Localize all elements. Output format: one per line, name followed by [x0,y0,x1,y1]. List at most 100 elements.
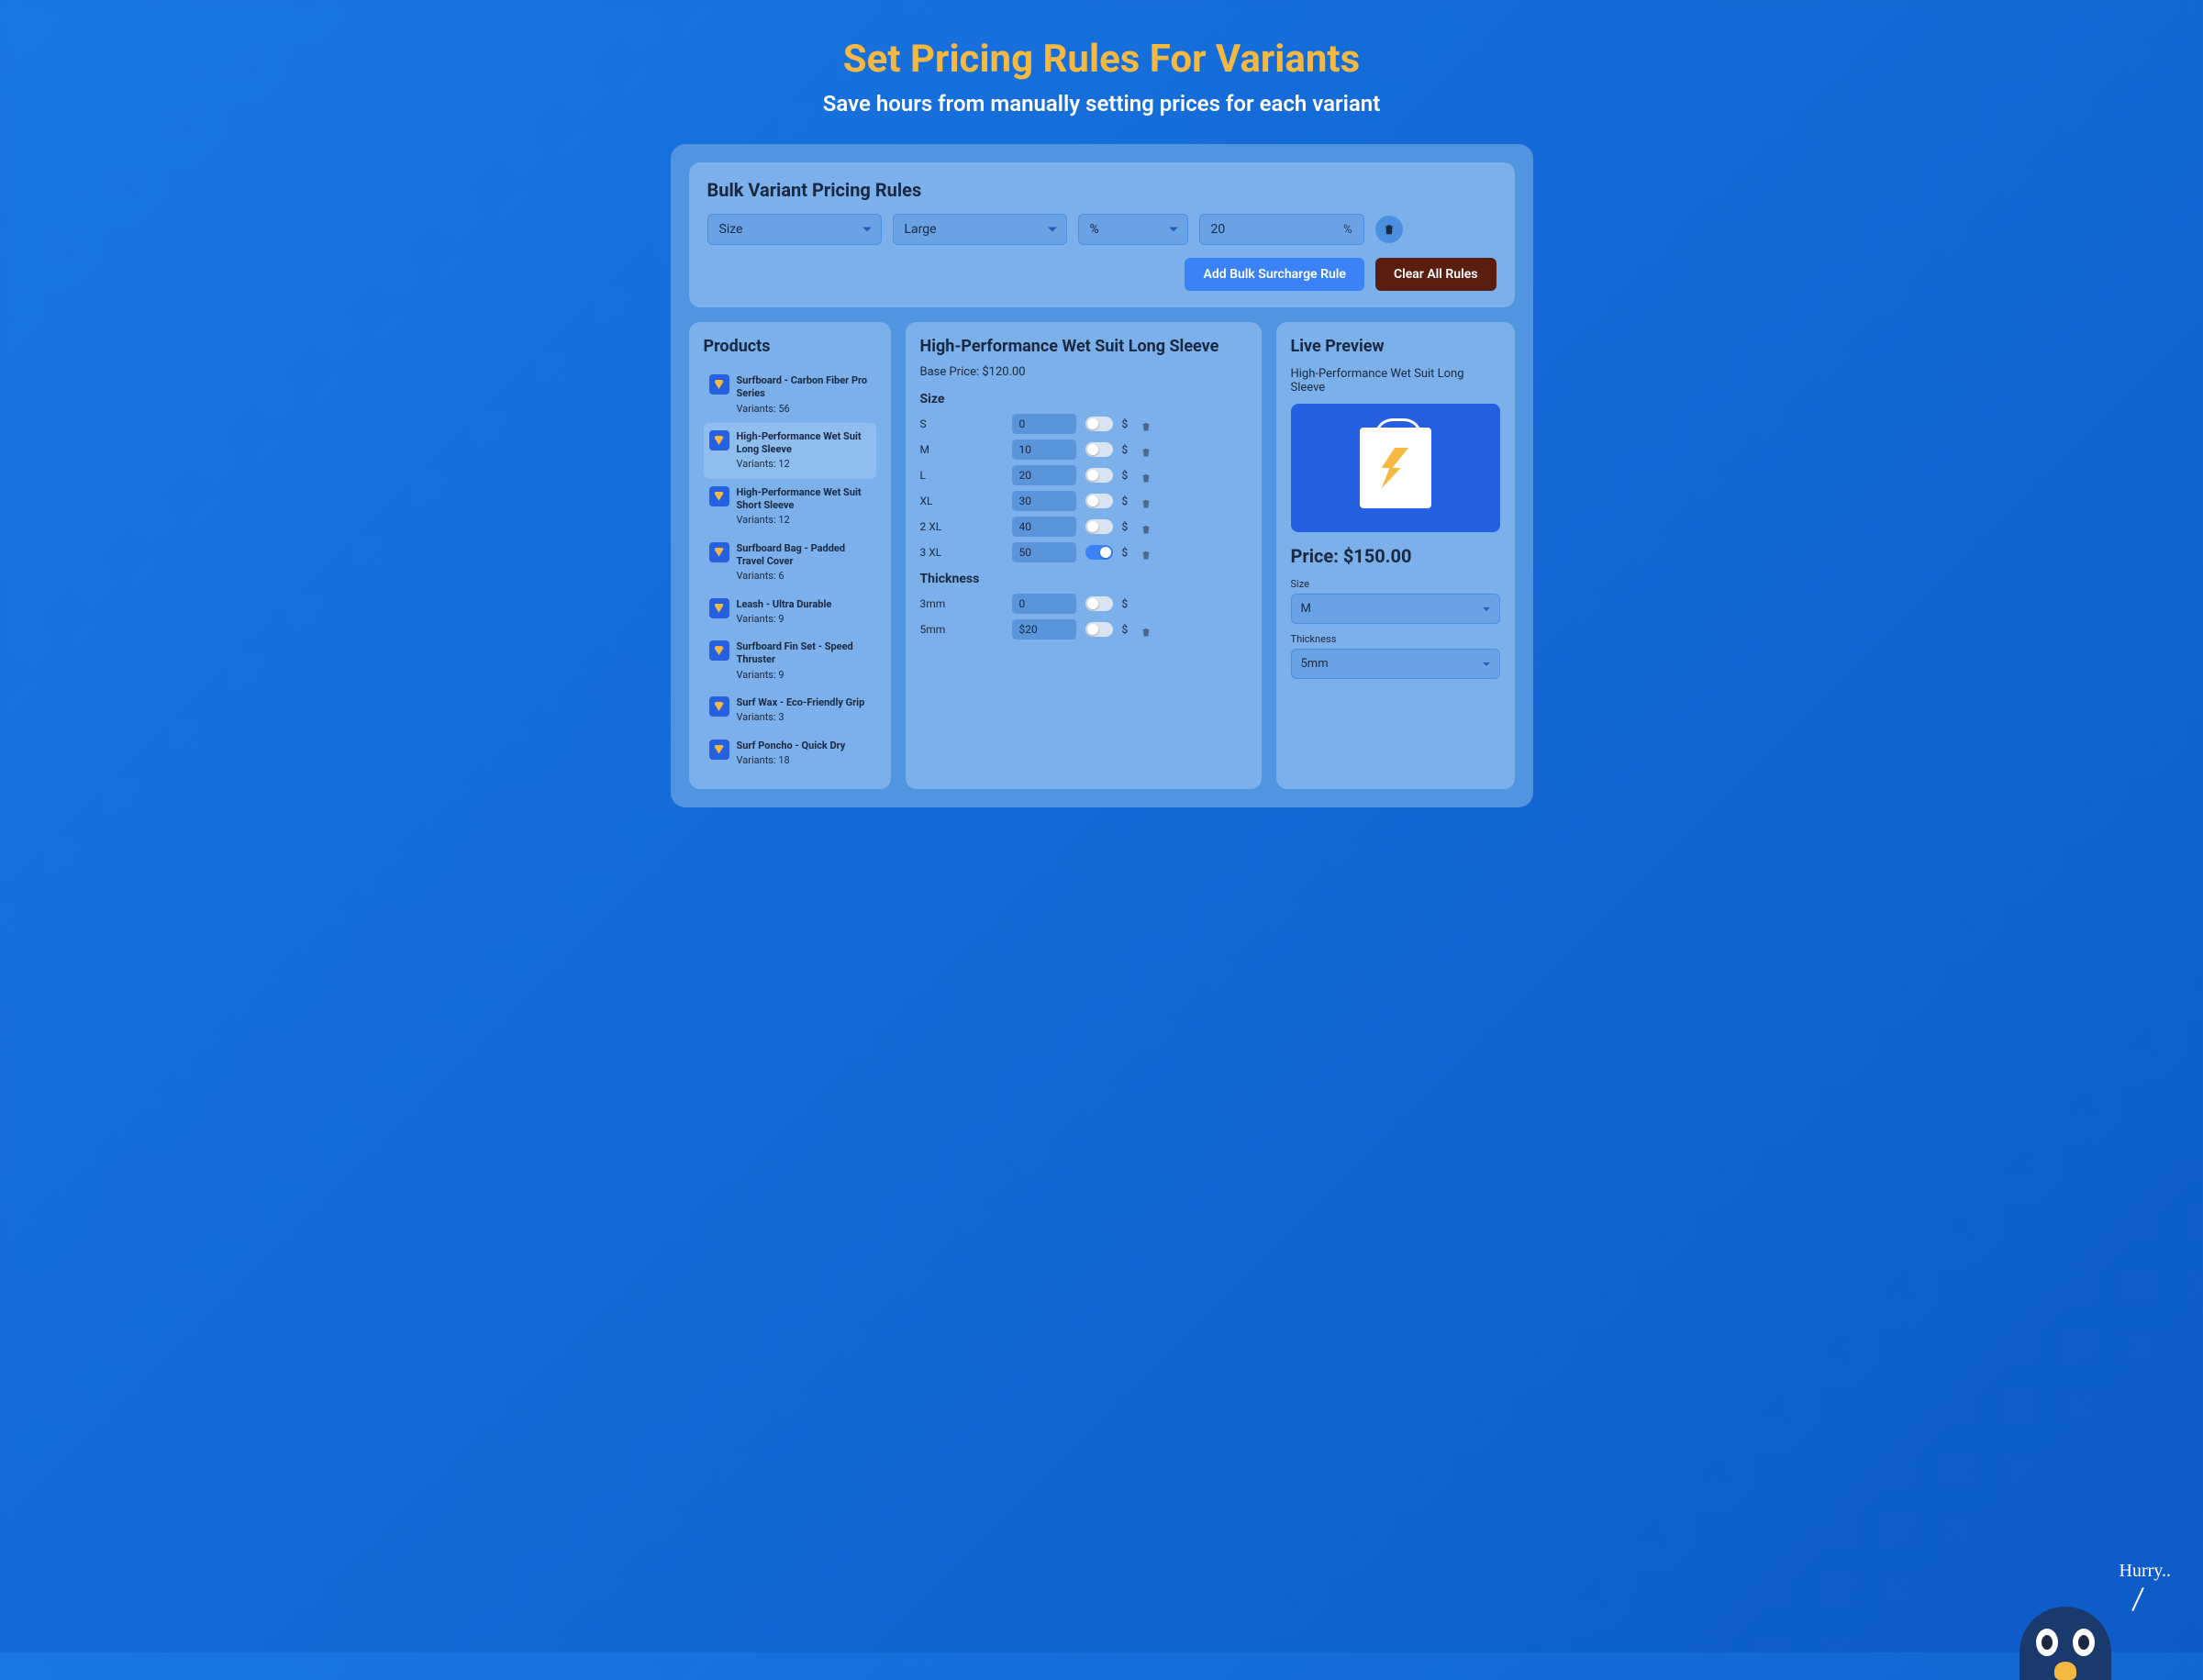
rule-row: Size Large % 20 % [707,214,1496,245]
add-rule-button[interactable]: Add Bulk Surcharge Rule [1185,258,1363,291]
variant-price-input[interactable] [1012,465,1076,485]
variant-unit: $ [1122,597,1131,610]
product-item[interactable]: Surfboard Bag - Padded Travel Cover Vari… [704,535,876,591]
variant-toggle[interactable] [1085,442,1113,457]
preview-product-name: High-Performance Wet Suit Long Sleeve [1291,367,1500,395]
variant-toggle[interactable] [1085,468,1113,483]
rule-attribute-select[interactable]: Size [707,214,882,245]
products-title: Products [704,337,876,356]
variant-price-input[interactable] [1012,517,1076,537]
penguin-icon [2019,1607,2111,1680]
rule-amount-value: 20 [1211,222,1226,237]
variant-row: L $ [920,465,1247,485]
product-variants: Variants: 3 [737,711,865,724]
product-name: Surfboard - Carbon Fiber Pro Series [737,374,871,401]
variant-row: 2 XL $ [920,517,1247,537]
variant-name: M [920,443,1003,456]
delete-variant-button[interactable] [1140,547,1152,558]
clear-rules-button[interactable]: Clear All Rules [1375,258,1496,291]
rule-amount-input[interactable]: 20 % [1199,214,1364,245]
variant-name: XL [920,495,1003,507]
variant-price-input[interactable] [1012,491,1076,511]
variant-unit: $ [1122,469,1131,482]
preview-image [1291,404,1500,532]
detail-panel: High-Performance Wet Suit Long Sleeve Ba… [906,322,1262,789]
products-panel: Products Surfboard - Carbon Fiber Pro Se… [689,322,891,789]
delete-variant-button[interactable] [1140,444,1152,455]
rule-amount-unit: % [1343,223,1352,237]
delete-rule-button[interactable] [1375,216,1403,243]
product-icon [709,486,729,506]
variant-name: 2 XL [920,520,1003,533]
variant-toggle[interactable] [1085,417,1113,431]
delete-variant-button[interactable] [1140,624,1152,635]
product-item[interactable]: Surf Poncho - Quick Dry Variants: 18 [704,732,876,775]
variant-price-input[interactable] [1012,619,1076,640]
product-variants: Variants: 6 [737,570,871,583]
preview-thickness-select[interactable]: 5mm [1291,649,1500,679]
variant-unit: $ [1122,417,1131,430]
preview-price: Price: $150.00 [1291,545,1500,567]
variant-name: 5mm [920,623,1003,636]
preview-panel: Live Preview High-Performance Wet Suit L… [1276,322,1515,789]
product-item[interactable]: High-Performance Wet Suit Short Sleeve V… [704,479,876,535]
variant-name: 3mm [920,597,1003,610]
variant-unit: $ [1122,520,1131,533]
product-icon [709,542,729,562]
product-name: Surf Poncho - Quick Dry [737,740,846,752]
variant-unit: $ [1122,623,1131,636]
product-name: Surf Wax - Eco-Friendly Grip [737,696,865,709]
variant-price-input[interactable] [1012,542,1076,562]
rule-value-select[interactable]: Large [893,214,1067,245]
delete-variant-button[interactable] [1140,521,1152,532]
product-item[interactable]: Surf Wax - Eco-Friendly Grip Variants: 3 [704,689,876,732]
variant-unit: $ [1122,443,1131,456]
detail-title: High-Performance Wet Suit Long Sleeve [920,337,1247,358]
product-item[interactable]: Leash - Ultra Durable Variants: 9 [704,591,876,634]
product-name: Surfboard Bag - Padded Travel Cover [737,542,871,569]
product-item[interactable]: Surfboard Fin Set - Speed Thruster Varia… [704,633,876,689]
hero-subtitle: Save hours from manually setting prices … [18,91,2185,117]
base-price: Base Price: $120.00 [920,365,1247,379]
variant-toggle[interactable] [1085,545,1113,560]
variant-name: L [920,469,1003,482]
product-variants: Variants: 56 [737,403,871,416]
preview-title: Live Preview [1291,337,1500,356]
variant-name: 3 XL [920,546,1003,559]
variant-toggle[interactable] [1085,596,1113,611]
rules-title: Bulk Variant Pricing Rules [707,179,1496,201]
product-icon [709,740,729,760]
rule-type-select[interactable]: % [1078,214,1188,245]
variant-row: M $ [920,439,1247,460]
product-name: Leash - Ultra Durable [737,598,832,611]
app-container: Bulk Variant Pricing Rules Size Large % … [671,144,1533,807]
variant-toggle[interactable] [1085,494,1113,508]
product-icon [709,598,729,618]
preview-size-label: Size [1291,578,1500,590]
rules-panel: Bulk Variant Pricing Rules Size Large % … [689,162,1515,307]
variant-toggle[interactable] [1085,622,1113,637]
delete-variant-button[interactable] [1140,470,1152,481]
product-name: High-Performance Wet Suit Short Sleeve [737,486,871,513]
delete-variant-button[interactable] [1140,418,1152,429]
variant-price-input[interactable] [1012,439,1076,460]
delete-variant-button[interactable] [1140,495,1152,506]
product-icon [709,374,729,395]
product-variants: Variants: 18 [737,754,846,767]
product-item[interactable]: High-Performance Wet Suit Long Sleeve Va… [704,423,876,479]
product-item[interactable]: Surfboard - Carbon Fiber Pro Series Vari… [704,367,876,423]
bolt-icon [1382,448,1409,489]
variant-toggle[interactable] [1085,519,1113,534]
variant-row: 3mm $ [920,594,1247,614]
trash-icon [1383,223,1396,236]
variant-unit: $ [1122,495,1131,507]
thickness-section-label: Thickness [920,572,1247,586]
product-icon [709,696,729,717]
variant-price-input[interactable] [1012,594,1076,614]
variant-price-input[interactable] [1012,414,1076,434]
variant-row: S $ [920,414,1247,434]
mascot-speech: Hurry.. [2120,1561,2171,1582]
product-icon [709,430,729,451]
variant-row: XL $ [920,491,1247,511]
preview-size-select[interactable]: M [1291,594,1500,624]
